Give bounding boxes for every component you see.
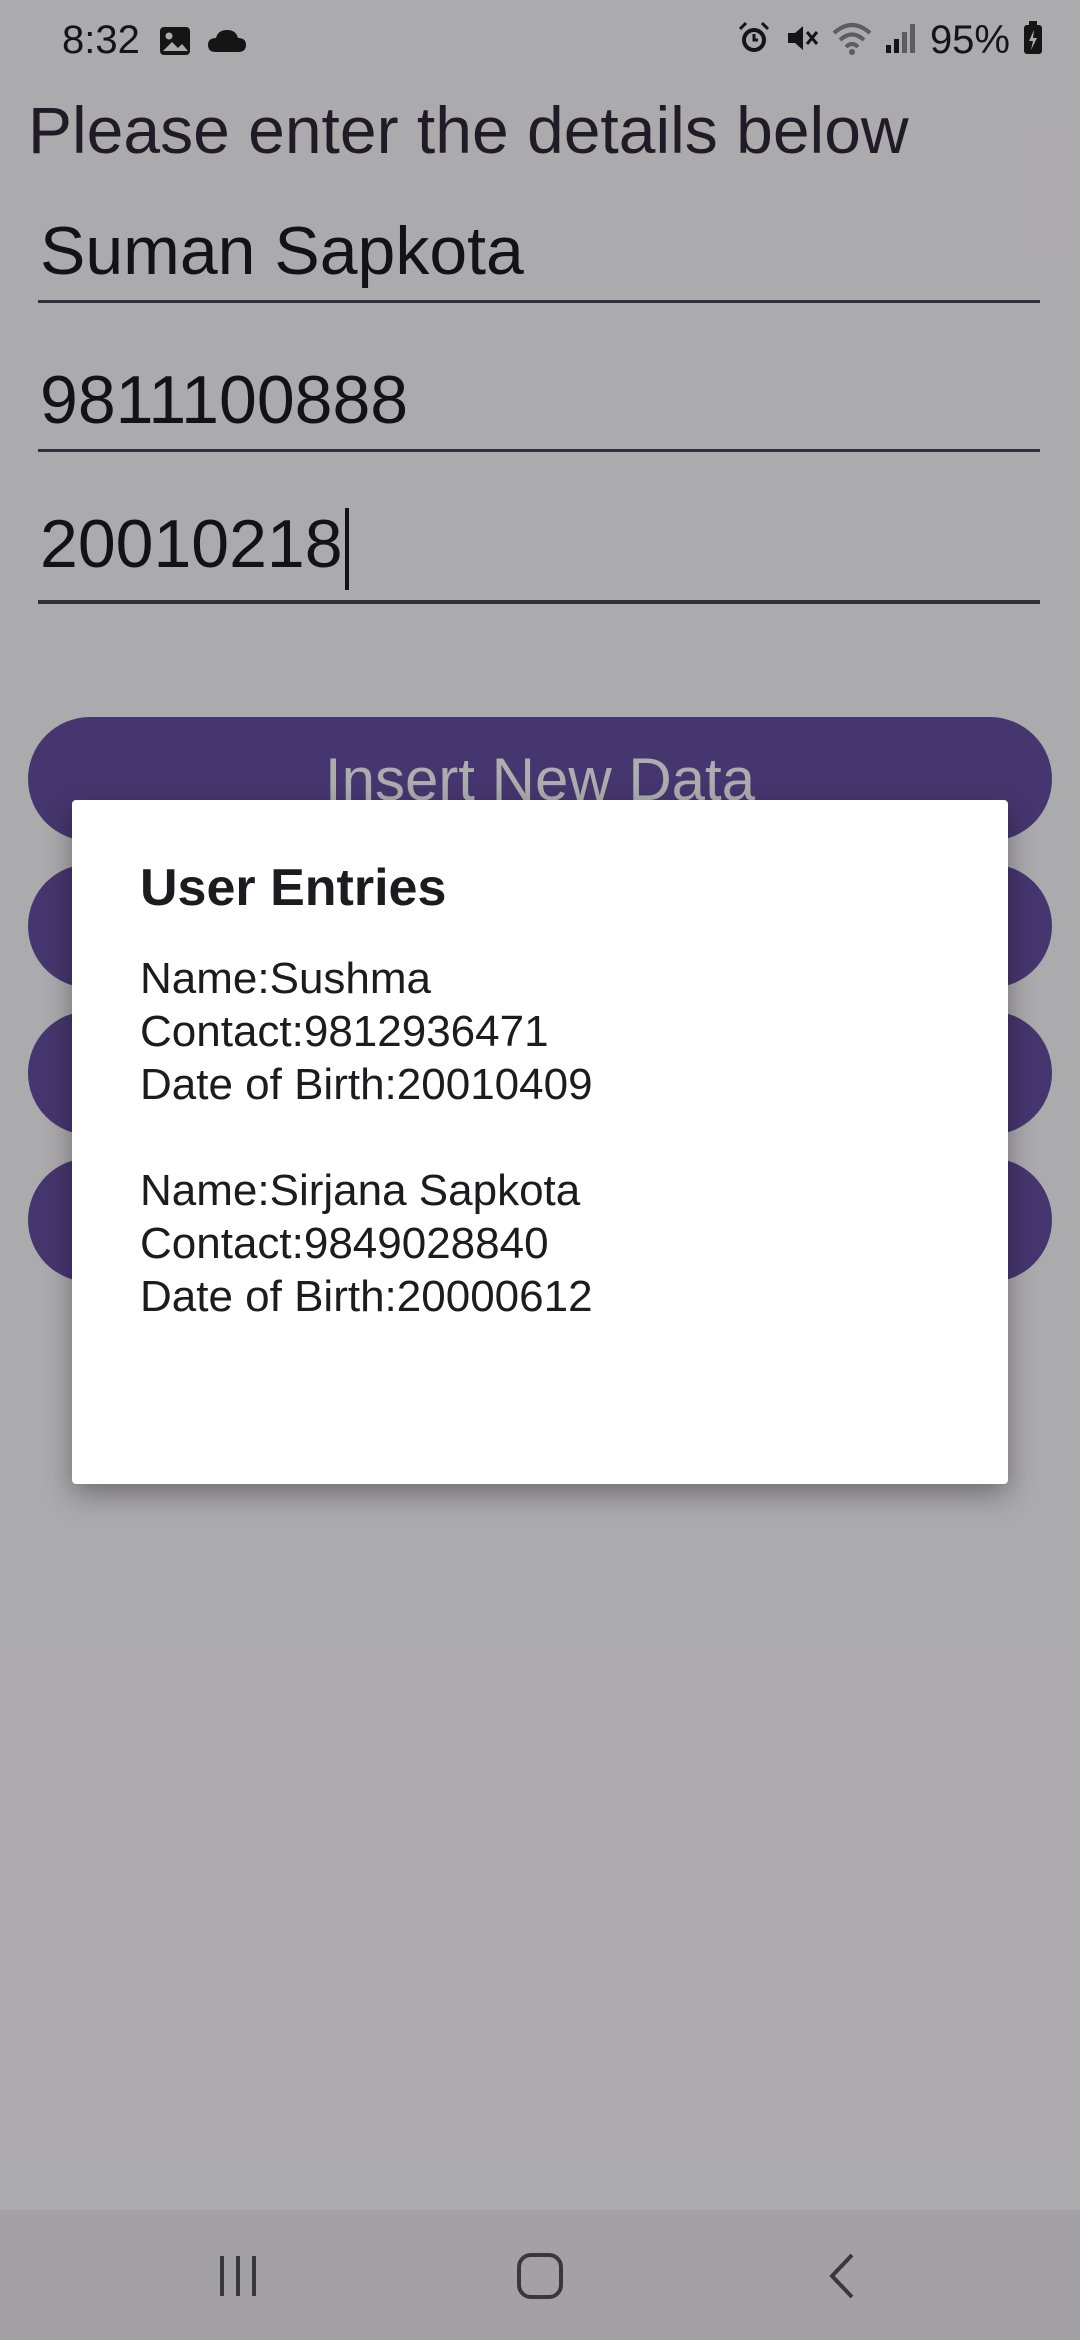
user-entry: Name:Sushma Contact:9812936471 Date of B… xyxy=(140,952,593,1111)
user-entry: Name:Sirjana Sapkota Contact:9849028840 … xyxy=(140,1164,593,1323)
user-entries-dialog: User Entries Name:Sushma Contact:9812936… xyxy=(72,800,1008,1484)
dialog-title: User Entries xyxy=(140,859,447,917)
entry-dob: Date of Birth:20000612 xyxy=(140,1272,593,1321)
entry-contact: Contact:9849028840 xyxy=(140,1219,549,1268)
entry-name: Name:Sushma xyxy=(140,954,432,1003)
entry-contact: Contact:9812936471 xyxy=(140,1007,549,1056)
dialog-body: Name:Sushma Contact:9812936471 Date of B… xyxy=(140,952,593,1376)
entry-dob: Date of Birth:20010409 xyxy=(140,1060,593,1109)
entry-name: Name:Sirjana Sapkota xyxy=(140,1166,581,1215)
